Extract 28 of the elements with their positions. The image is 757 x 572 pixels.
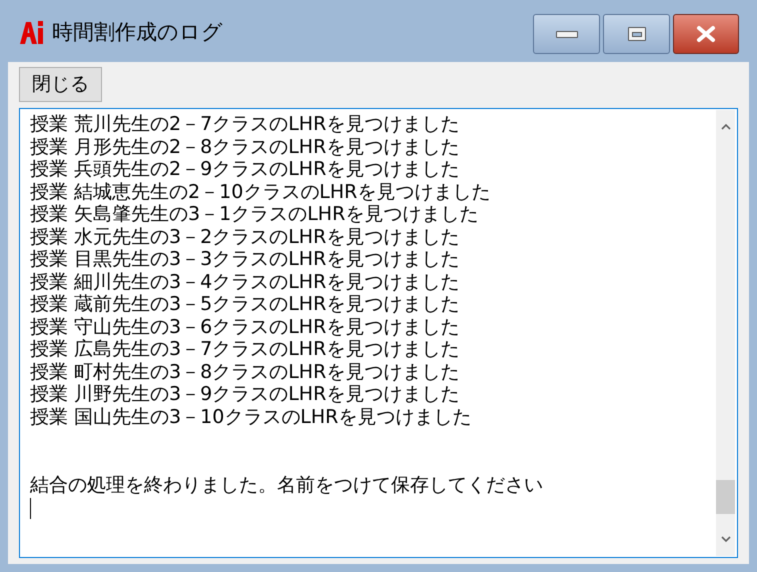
close-button[interactable] xyxy=(673,14,739,54)
log-line: 授業 兵頭先生の2－9クラスのLHRを見つけました xyxy=(30,158,460,180)
scroll-down-icon[interactable] xyxy=(720,536,732,544)
close-dialog-button[interactable]: 閉じる xyxy=(19,67,102,102)
vertical-scrollbar[interactable] xyxy=(716,110,735,556)
log-line: 授業 荒川先生の2－7クラスのLHRを見つけました xyxy=(30,113,460,136)
log-line: 授業 川野先生の3－9クラスのLHRを見つけました xyxy=(30,383,460,406)
text-cursor xyxy=(30,498,31,519)
log-line: 授業 水元先生の3－2クラスのLHRを見つけました xyxy=(30,226,460,248)
close-icon xyxy=(695,25,717,43)
log-line: 授業 町村先生の3－8クラスのLHRを見つけました xyxy=(30,360,460,383)
log-line: 授業 目黒先生の3－3クラスのLHRを見つけました xyxy=(30,248,460,270)
log-line: 授業 広島先生の3－7クラスのLHRを見つけました xyxy=(30,338,460,360)
scroll-up-icon[interactable] xyxy=(720,122,732,130)
window-title: 時間割作成のログ xyxy=(52,19,223,46)
log-line: 授業 結城恵先生の2－10クラスのLHRを見つけました xyxy=(30,180,492,203)
log-text-area[interactable] xyxy=(19,108,738,558)
log-line: 授業 国山先生の3－10クラスのLHRを見つけました xyxy=(30,406,472,428)
maximize-button[interactable] xyxy=(603,14,670,54)
log-line: 授業 細川先生の3－4クラスのLHRを見つけました xyxy=(30,270,460,293)
log-line: 授業 蔵前先生の3－5クラスのLHRを見つけました xyxy=(30,293,460,316)
completion-message: 結合の処理を終わりました。名前をつけて保存してください xyxy=(30,473,544,497)
minimize-button[interactable] xyxy=(533,14,600,54)
log-line: 授業 矢島肇先生の3－1クラスのLHRを見つけました xyxy=(30,203,480,226)
log-line: 授業 月形先生の2－8クラスのLHRを見つけました xyxy=(30,136,460,158)
log-line: 授業 守山先生の3－6クラスのLHRを見つけました xyxy=(30,316,460,338)
app-logo-icon xyxy=(18,18,46,46)
scrollbar-thumb[interactable] xyxy=(716,480,735,514)
